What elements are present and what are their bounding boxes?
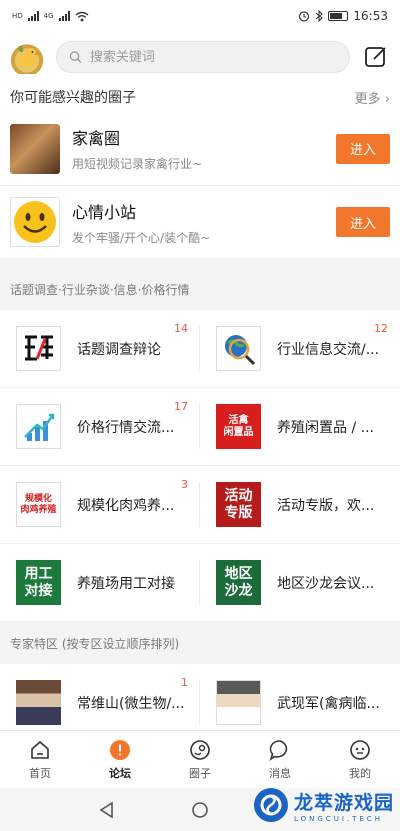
enter-button[interactable]: 进入 [336,207,390,237]
globe-search-icon [216,326,261,371]
expert-avatar [16,680,61,725]
forum-title: 养殖闲置品 / ... [277,419,374,436]
watermark-title: 龙萃游戏园 [293,791,394,814]
tab-label: 消息 [269,766,291,780]
expert-section-title: 专家特区 (按专区设立顺序排列) [0,622,400,664]
tab-home[interactable]: 首页 [0,731,80,788]
status-time: 16:53 [353,9,388,23]
forum-item[interactable]: 活动 专版 活动专版，欢... [200,466,400,544]
expert-avatar [216,680,261,725]
watermark-logo-icon [253,788,288,822]
forum-title: 养殖场用工对接 [77,575,175,592]
forum-thumb: 用工 对接 [16,560,61,605]
forum-title: 活动专版，欢... [277,497,375,514]
expert-title: 常维山(微生物/... [77,695,185,712]
circle-icon [190,739,210,760]
forum-item[interactable]: 话题调查辩论 14 [0,310,200,388]
unread-badge: 14 [174,322,188,335]
forum-title: 话题调查辩论 [77,341,161,358]
bottom-tab-bar: 首页 论坛 圈子 消息 我的 [0,730,400,788]
search-input[interactable] [89,49,337,65]
back-icon[interactable] [98,801,116,819]
circle-row[interactable]: 家禽圈 用短视频记录家禽行业~ 进入 [0,112,400,185]
forum-title: 行业信息交流/... [277,341,380,358]
tab-profile[interactable]: 我的 [320,731,400,788]
signal-icon [27,11,39,21]
compose-button[interactable] [362,43,390,71]
chick-icon [17,45,39,67]
circle-name: 心情小站 [72,202,137,222]
home-icon [31,740,49,759]
tab-circle[interactable]: 圈子 [160,731,240,788]
signal-icon [58,11,70,21]
watermark-subtitle: LONGCUI.TECH [293,814,383,823]
tab-label: 首页 [29,766,51,780]
circle-avatar [10,197,60,247]
forum-thumb: 规模化 肉鸡养殖 [16,482,61,527]
forum-thumb: 活动 专版 [216,482,261,527]
forum-thumb: 活禽 闲置品 [216,404,261,449]
tab-message[interactable]: 消息 [240,731,320,788]
forum-thumb: 地区 沙龙 [216,560,261,605]
network-label: HD [12,11,23,20]
interest-section: 你可能感兴趣的圈子 更多 › 家禽圈 用短视频记录家禽行业~ 进入 心情小站 发… [0,82,400,258]
search-bar[interactable] [56,41,350,73]
forum-item[interactable]: 地区 沙龙 地区沙龙会议... [200,544,400,622]
watermark: 龙萃游戏园 LONGCUI.TECH [253,783,394,827]
unread-badge: 17 [174,400,188,413]
forum-icon [110,739,130,760]
circle-desc: 发个牢骚/开个心/装个酷~ [72,230,211,245]
alarm-icon [299,11,310,22]
enter-button[interactable]: 进入 [336,133,390,164]
bluetooth-icon [316,10,324,22]
forum-grid: 话题调查辩论 14 行业信息交流/... 12 价格行情交流... 17 活禽 … [0,310,400,622]
chevron-right-icon: › [380,91,390,107]
more-label: 更多 [354,91,381,107]
forum-item[interactable]: 用工 对接 养殖场用工对接 [0,544,200,622]
unread-badge: 1 [181,676,188,689]
circle-avatar [10,123,60,174]
wifi-icon [75,11,88,21]
interest-section-header: 你可能感兴趣的圈子 更多 › [0,82,400,112]
tab-forum[interactable]: 论坛 [80,731,160,788]
forum-item[interactable]: 活禽 闲置品 养殖闲置品 / ... [200,388,400,466]
circle-row[interactable]: 心情小站 发个牢骚/开个心/装个酷~ 进入 [0,185,400,258]
growth-chart-icon [16,404,61,449]
smiley-icon [14,201,56,243]
unread-badge: 3 [181,478,188,491]
profile-icon [350,739,370,760]
message-icon [269,739,288,761]
forum-item[interactable]: 规模化 肉鸡养殖 规模化肉鸡养... 3 [0,466,200,544]
edit-icon [365,47,386,67]
unread-badge: 12 [374,322,388,335]
circle-desc: 用短视频记录家禽行业~ [72,157,203,171]
search-icon [69,51,82,64]
more-link[interactable]: 更多 › [355,88,390,107]
top-bar [0,32,400,82]
home-nav-icon[interactable] [191,801,209,819]
forum-title: 规模化肉鸡养... [77,497,175,514]
forum-item[interactable]: 行业信息交流/... 12 [200,310,400,388]
status-bar: HD 4G 16:53 [0,0,400,32]
app-logo[interactable] [10,40,44,74]
battery-icon [328,11,349,21]
section-title: 你可能感兴趣的圈子 [10,90,136,106]
debate-thumb-icon [16,326,61,371]
tab-label: 我的 [349,766,371,780]
expert-title: 武现军(禽病临... [277,695,380,712]
forum-item[interactable]: 价格行情交流... 17 [0,388,200,466]
forum-title: 地区沙龙会议... [277,575,375,592]
tab-label: 论坛 [109,766,131,780]
forum-title: 价格行情交流... [77,419,175,436]
topic-section-title: 话题调查·行业杂谈·信息·价格行情 [0,268,400,310]
circle-name: 家禽圈 [72,129,121,148]
network-label: 4G [43,11,54,20]
tab-label: 圈子 [189,766,211,780]
